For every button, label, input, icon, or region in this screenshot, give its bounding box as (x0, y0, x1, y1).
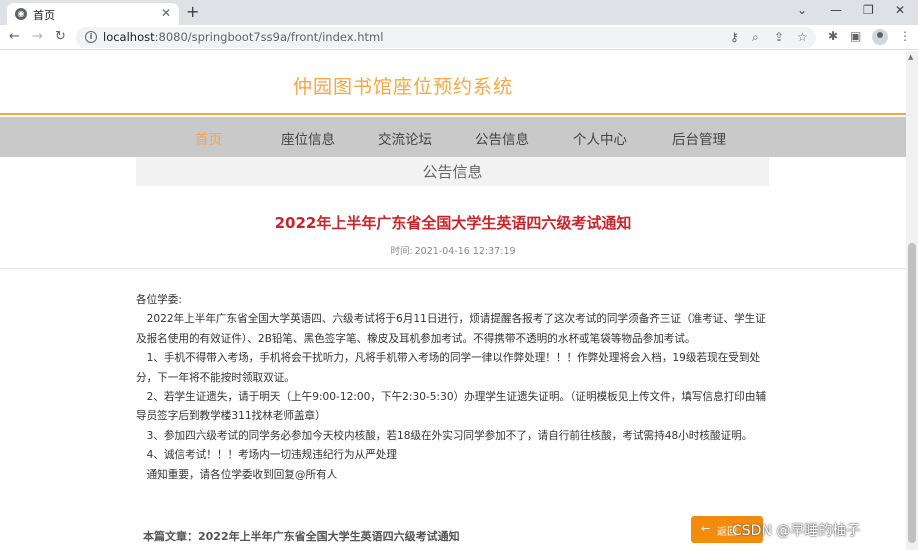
back-arrow-icon: ← (701, 522, 711, 535)
section-title: 公告信息 (422, 163, 483, 181)
ref-title[interactable]: 2022年上半年广东省全国大学生英语四六级考试通知 (198, 530, 460, 543)
nav-item-profile[interactable]: 个人中心 (573, 128, 627, 148)
site-title: 仲园图书馆座位预约系统 (292, 76, 513, 98)
url-text[interactable]: localhost:8080/springboot7ss9a/front/ind… (103, 30, 383, 44)
nav-item-forum[interactable]: 交流论坛 (378, 128, 432, 148)
restore-icon[interactable]: ❐ (863, 3, 874, 17)
new-tab-button[interactable]: + (186, 2, 199, 21)
time-label: 时间: (390, 246, 413, 257)
browser-toolbar: ← → ↻ i localhost:8080/springboot7ss9a/f… (0, 25, 918, 50)
globe-icon: ◉ (15, 8, 27, 20)
tab-title: 首页 (33, 9, 55, 22)
nav-item-home[interactable]: 首页 (195, 128, 222, 148)
article-paragraph: 1、手机不得带入考场，手机将会干扰听力，凡将手机带入考场的同学一律以作弊处理！！… (136, 352, 761, 384)
current-article-ref: 本篇文章：2022年上半年广东省全国大学生英语四六级考试通知 (143, 528, 460, 544)
url-path: :8080/springboot7ss9a/front/index.html (154, 30, 384, 44)
tab-search-icon[interactable]: ⌄ (797, 3, 807, 17)
article-time: 时间: 2021-04-16 12:37:19 (0, 243, 906, 257)
browser-tabbar: ◉ 首页 ✕ + ⌄ — ❐ ✕ (0, 0, 918, 25)
side-panel-icon[interactable]: ▣ (850, 29, 861, 43)
article-paragraph: 3、参加四六级考试的同学务必参加今天校内核酸，若18级在外实习同学参加不了，请自… (136, 429, 753, 442)
article-paragraph: 通知重要，请各位学委收到回复@所有人 (136, 468, 338, 481)
nav-item-notices[interactable]: 公告信息 (475, 128, 529, 148)
share-icon[interactable]: ⇪ (774, 30, 784, 44)
bookmark-star-icon[interactable]: ☆ (797, 30, 808, 44)
scroll-thumb[interactable] (908, 243, 916, 543)
url-host: localhost (103, 30, 155, 44)
article-body: 各位学委: 2022年上半年广东省全国大学英语四、六级考试将于6月11日进行，烦… (136, 291, 770, 485)
zoom-icon[interactable]: ⌕ (752, 30, 759, 45)
extensions-icon[interactable]: ✱ (828, 29, 838, 43)
csdn-watermark: CSDN @早睡的柚子 (732, 523, 861, 539)
browser-tab[interactable]: ◉ 首页 ✕ (7, 3, 179, 25)
nav-item-admin[interactable]: 后台管理 (672, 128, 726, 148)
close-window-icon[interactable]: ✕ (895, 3, 905, 17)
article-title: 2022年上半年广东省全国大学生英语四六级考试通知 (274, 214, 632, 232)
key-icon[interactable]: ⚷ (730, 30, 739, 44)
main-nav: 首页 座位信息 交流论坛 公告信息 个人中心 后台管理 (0, 117, 906, 157)
article-paragraph: 各位学委: (136, 294, 182, 306)
forward-arrow-icon[interactable]: → (32, 29, 43, 44)
article-paragraph: 4、诚信考试！！！考场内一切违规违纪行为从严处理 (136, 449, 397, 462)
tab-close-icon[interactable]: ✕ (161, 6, 171, 20)
info-icon[interactable]: i (85, 31, 97, 43)
nav-item-seats[interactable]: 座位信息 (281, 128, 335, 148)
site-header: 仲园图书馆座位预约系统 (0, 51, 906, 115)
page-viewport: 仲园图书馆座位预约系统 首页 座位信息 交流论坛 公告信息 个人中心 后台管理 … (0, 51, 906, 550)
article-paragraph: 2、若学生证遗失，请于明天（上午9:00-12:00，下午2:30-5:30）办… (136, 391, 767, 423)
divider (0, 268, 906, 269)
back-arrow-icon[interactable]: ← (9, 29, 20, 44)
scroll-up-icon[interactable]: ▲ (908, 53, 913, 61)
minimize-icon[interactable]: — (830, 3, 842, 17)
section-header: 公告信息 (136, 157, 769, 186)
time-value: 2021-04-16 12:37:19 (414, 246, 516, 257)
address-bar[interactable]: i localhost:8080/springboot7ss9a/front/i… (76, 27, 816, 48)
reload-icon[interactable]: ↻ (55, 29, 66, 44)
article-paragraph: 2022年上半年广东省全国大学英语四、六级考试将于6月11日进行，烦请提醒各报考… (136, 313, 766, 345)
profile-avatar[interactable] (872, 29, 888, 45)
ref-label: 本篇文章： (143, 530, 198, 543)
menu-kebab-icon[interactable]: ⋮ (899, 29, 911, 43)
page-scrollbar[interactable]: ▲ (906, 51, 918, 550)
